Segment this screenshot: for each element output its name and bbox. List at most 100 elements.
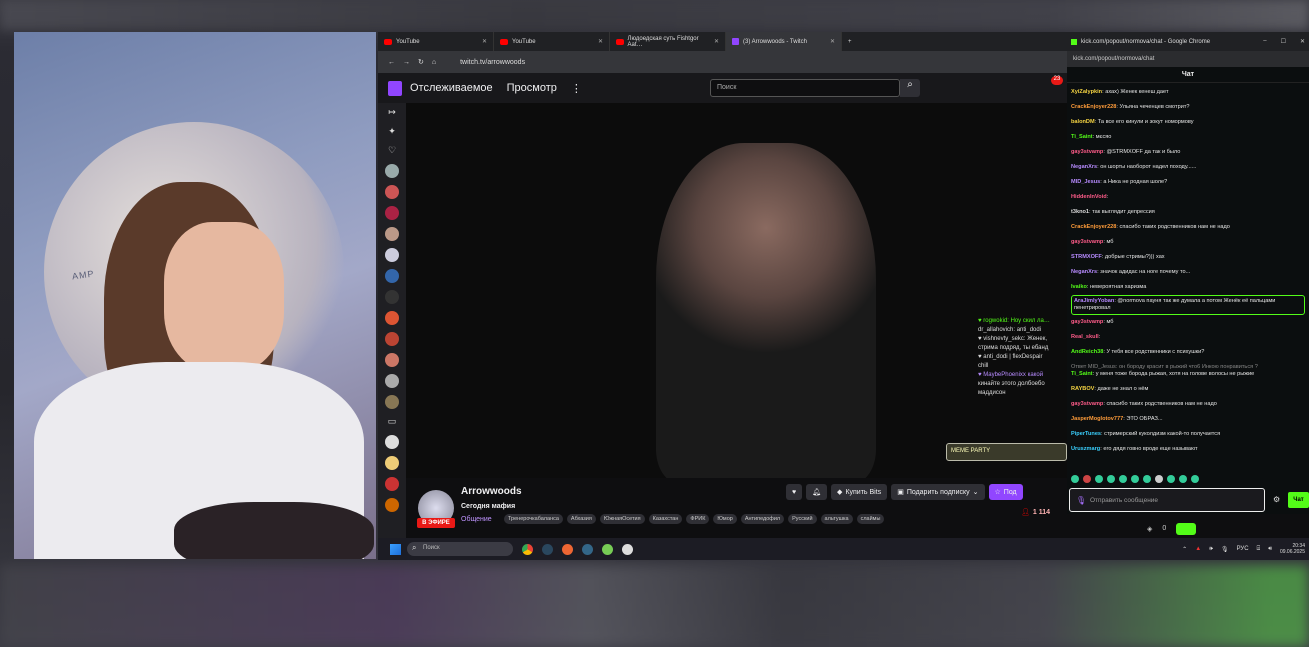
green-button[interactable] — [1176, 522, 1197, 535]
video-player[interactable]: ♥ rogwokid: Ноу скил ла… dr_allahovich: … — [406, 103, 1067, 478]
chat-username[interactable]: CrackEnjoyer228 — [1071, 224, 1116, 230]
chat-username[interactable]: NeganXrs — [1071, 164, 1097, 170]
emote-icon[interactable] — [1179, 475, 1187, 483]
chat-username[interactable]: Ti_Saint — [1071, 134, 1093, 140]
chat-send-button[interactable]: Чат — [1288, 492, 1309, 508]
close-icon[interactable]: ✕ — [714, 38, 719, 45]
emote-icon[interactable] — [1095, 475, 1103, 483]
tag[interactable]: Абхазия — [566, 514, 596, 524]
paint-icon[interactable] — [602, 543, 613, 555]
channel-avatar[interactable] — [385, 456, 399, 470]
emote-icon[interactable] — [1083, 475, 1091, 483]
chat-username[interactable]: STRMXOFF — [1071, 254, 1102, 260]
emote-icon[interactable] — [1191, 475, 1199, 483]
chat-username[interactable]: t3kno1 — [1071, 209, 1089, 215]
emote-icon[interactable] — [1131, 475, 1139, 483]
mic-tray-icon[interactable]: 🎙︎ — [1221, 546, 1229, 553]
volume-icon[interactable]: 🔊︎ — [1268, 546, 1272, 553]
steam-icon[interactable] — [542, 543, 553, 555]
chat-username[interactable]: Uruszmarg — [1071, 446, 1100, 452]
forward-icon[interactable]: → — [403, 59, 410, 66]
chat-username[interactable]: RAYBOV — [1071, 386, 1094, 392]
close-icon[interactable]: ✕ — [830, 38, 835, 45]
browser-tab[interactable]: YouTube ✕ — [494, 32, 610, 51]
browser-tab[interactable]: YouTube ✕ — [378, 32, 494, 51]
emote-icon[interactable] — [1155, 475, 1163, 483]
chat-username[interactable]: Ti_Saint — [1071, 371, 1093, 377]
speaker-icon[interactable]: 🕪︎ — [1209, 546, 1213, 553]
buy-bits-button[interactable]: ◆ Купить Bits — [831, 484, 888, 500]
emote-icon[interactable] — [1167, 475, 1175, 483]
channel-avatar[interactable] — [385, 206, 399, 220]
close-icon[interactable]: ✕ — [598, 38, 603, 45]
channel-avatar[interactable] — [385, 374, 399, 388]
gift-sub-button[interactable]: ▣ Подарить подписку ⌄ — [891, 484, 985, 500]
tag[interactable]: Казахстан — [648, 514, 683, 524]
heart-icon[interactable]: ♡ — [388, 145, 396, 157]
nav-following[interactable]: Отслеживаемое — [410, 82, 493, 94]
chat-username[interactable]: PiperTunes — [1071, 431, 1101, 437]
chat-username[interactable]: AndReich38 — [1071, 349, 1103, 355]
channel-avatar[interactable] — [385, 185, 399, 199]
tag[interactable]: слаймы — [856, 514, 885, 524]
network-icon[interactable]: ⌸ — [1257, 546, 1261, 553]
taskbar-search[interactable]: Поиск — [407, 542, 513, 556]
tag[interactable]: Антипедофил — [740, 514, 785, 524]
windows-start-icon[interactable] — [390, 543, 401, 555]
channel-avatar[interactable] — [385, 311, 399, 325]
channel-avatar[interactable] — [385, 395, 399, 409]
chat-username[interactable]: gay3stvamp — [1071, 401, 1103, 407]
channel-avatar[interactable] — [385, 332, 399, 346]
subscribe-button[interactable]: ☆ Под — [988, 484, 1023, 500]
camera-icon[interactable]: ▭ — [388, 416, 397, 428]
collapse-icon[interactable]: ↦ — [388, 107, 396, 119]
stream-category[interactable]: Общение — [461, 516, 492, 523]
obs-icon[interactable] — [622, 543, 633, 555]
browser-tab[interactable]: Людоедская суть Fishtgor Aat… ✕ — [610, 32, 726, 51]
compass-icon[interactable]: ✦ — [388, 126, 396, 138]
kick-url[interactable]: kick.com/popout/normova/chat — [1067, 51, 1309, 67]
chat-username[interactable]: gay3stvamp — [1071, 319, 1103, 325]
chat-username[interactable]: balonDM — [1071, 119, 1095, 125]
nav-browse[interactable]: Просмотр — [507, 82, 557, 94]
chat-input[interactable]: 🎙︎ Отправить сообщение — [1069, 488, 1265, 512]
notification-badge[interactable]: 23 — [1051, 76, 1063, 85]
clock[interactable]: 20:34 09.06.2025 — [1280, 543, 1305, 555]
emote-icon[interactable] — [1107, 475, 1115, 483]
channel-avatar[interactable] — [385, 248, 399, 262]
gear-icon[interactable]: ⚙ — [1273, 495, 1280, 504]
chat-username[interactable]: XyiZalypkin — [1071, 89, 1102, 95]
close-icon[interactable]: ✕ — [482, 38, 487, 45]
channel-avatar[interactable] — [385, 227, 399, 241]
chat-username[interactable]: HiddenInVoid — [1071, 194, 1107, 200]
tag[interactable]: альтушка — [820, 514, 853, 524]
channel-avatar[interactable] — [385, 269, 399, 283]
tag[interactable]: ФРИК — [686, 514, 710, 524]
emote-icon[interactable] — [1071, 475, 1079, 483]
chat-username[interactable]: JasperMoglotov777 — [1071, 416, 1123, 422]
url-text[interactable]: twitch.tv/arrowwoods — [460, 59, 525, 66]
search-icon[interactable]: ⌕ — [900, 79, 920, 97]
emote-icon[interactable] — [1119, 475, 1127, 483]
emote-icon[interactable] — [1143, 475, 1151, 483]
tag[interactable]: Юмор — [713, 514, 737, 524]
minimize-icon[interactable]: – — [1263, 38, 1266, 45]
warning-icon[interactable]: ▲ — [1195, 546, 1201, 552]
language-indicator[interactable]: РУС — [1237, 546, 1249, 552]
more-icon[interactable]: ⋮ — [571, 82, 582, 95]
chat-username[interactable]: NeganXrs — [1071, 269, 1097, 275]
chat-username[interactable]: AraJimlyYoban — [1074, 298, 1114, 304]
home-icon[interactable]: ⌂ — [432, 59, 436, 66]
chat-username[interactable]: Ivaiko — [1071, 284, 1087, 290]
maximize-icon[interactable]: ☐ — [1281, 38, 1286, 45]
search-input[interactable]: Поиск — [710, 79, 900, 97]
reload-icon[interactable]: ↻ — [418, 58, 424, 66]
chat-username[interactable]: gay3stvamp — [1071, 149, 1103, 155]
tag[interactable]: ЮжнаяОсетия — [599, 514, 645, 524]
back-icon[interactable]: ← — [388, 59, 395, 66]
chat-messages[interactable]: XyiZalypkin: ахах) Женек кенеш дает Crack… — [1067, 83, 1309, 459]
chrome-icon[interactable] — [522, 543, 533, 555]
channel-avatar[interactable] — [385, 477, 399, 491]
chat-username[interactable]: CrackEnjoyer228 — [1071, 104, 1116, 110]
microphone-icon[interactable]: 🎙︎ — [1076, 496, 1086, 505]
